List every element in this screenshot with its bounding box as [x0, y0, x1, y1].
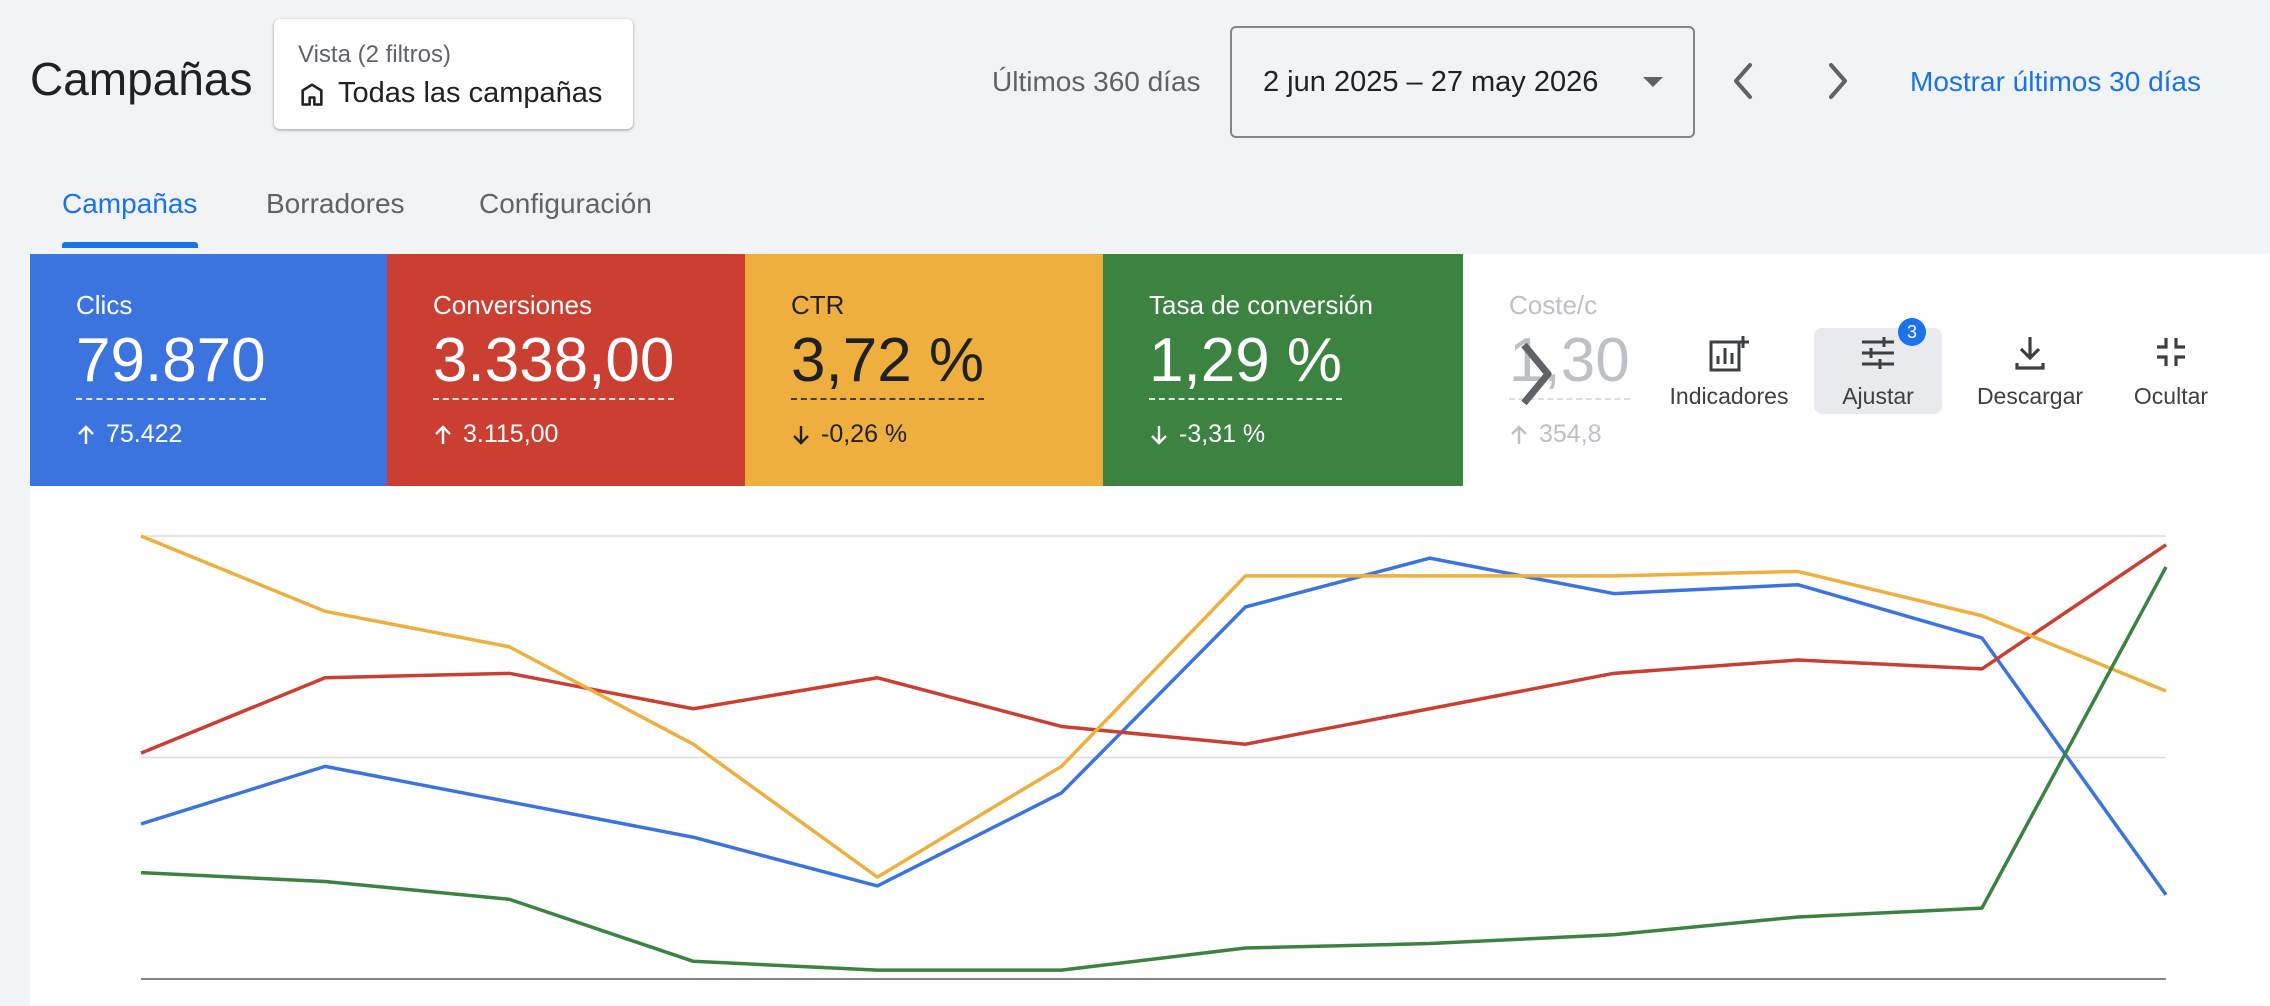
- download-button[interactable]: Descargar: [1965, 328, 2095, 414]
- active-tab-indicator: [62, 242, 198, 248]
- more-metrics-button[interactable]: [1506, 334, 1566, 414]
- download-icon: [2015, 337, 2045, 370]
- view-filter-subtitle: Vista (2 filtros): [298, 41, 451, 68]
- metric-change: 354,8: [1509, 420, 1602, 449]
- arrow-down-icon: [1151, 425, 1167, 445]
- arrow-up-icon: [78, 424, 94, 444]
- page-title: Campañas: [30, 53, 253, 105]
- metric-card-clicks[interactable]: Clics 79.870 75.422: [30, 254, 387, 486]
- line-chart: [140, 534, 2168, 980]
- adjust-label: Ajustar: [1842, 383, 1914, 409]
- metric-change: -0,26 %: [791, 420, 907, 449]
- metric-card-ctr[interactable]: CTR 3,72 % -0,26 %: [745, 254, 1103, 486]
- metric-label: Coste/c: [1509, 290, 1598, 320]
- series-line-1[interactable]: [140, 543, 2167, 755]
- series-line-0[interactable]: [140, 556, 2168, 896]
- view-filter-selection: Todas las campañas: [338, 77, 603, 109]
- caret-down-icon: [1643, 77, 1663, 87]
- metric-card-conversion-rate[interactable]: Tasa de conversión 1,29 % -3,31 %: [1103, 254, 1463, 486]
- hide-button[interactable]: Ocultar: [2116, 328, 2226, 414]
- arrow-down-icon: [793, 425, 809, 445]
- metric-label: CTR: [791, 290, 845, 320]
- date-range-picker[interactable]: 2 jun 2025 – 27 may 2026: [1230, 26, 1695, 138]
- metric-label: Conversiones: [433, 290, 592, 320]
- metric-change-value: 75.422: [106, 420, 183, 448]
- adjust-button[interactable]: 3 Ajustar: [1814, 318, 1942, 414]
- metric-value: 79.870: [76, 330, 266, 400]
- date-range-value: 2 jun 2025 – 27 may 2026: [1263, 65, 1599, 98]
- metric-value: 1,29 %: [1149, 330, 1343, 400]
- indicators-button[interactable]: Indicadores: [1654, 328, 1804, 414]
- previous-period-button[interactable]: [1721, 56, 1765, 106]
- adjust-count-badge: 3: [1898, 318, 1926, 346]
- building-icon: [301, 82, 323, 106]
- chevron-right-icon: [1829, 63, 1847, 99]
- series-line-3[interactable]: [140, 566, 2168, 972]
- show-last-30-days-link[interactable]: Mostrar últimos 30 días: [1910, 66, 2201, 98]
- metric-change-value: 354,8: [1539, 420, 1602, 448]
- metric-label: Clics: [76, 290, 133, 320]
- download-label: Descargar: [1976, 383, 2084, 409]
- collapse-icon: [2157, 338, 2185, 366]
- hide-label: Ocultar: [2133, 383, 2209, 409]
- chevron-right-icon: [1521, 342, 1552, 406]
- next-period-button[interactable]: [1816, 56, 1860, 106]
- view-filter-row: Todas las campañas: [298, 77, 602, 110]
- metric-change: 3.115,00: [433, 420, 558, 449]
- metric-label: Tasa de conversión: [1149, 290, 1374, 320]
- arrow-up-icon: [435, 424, 451, 444]
- metric-value: 3,72 %: [791, 330, 985, 400]
- tab-campaigns[interactable]: Campañas: [62, 188, 197, 220]
- metric-change-value: -0,26 %: [821, 420, 908, 448]
- add-chart-icon: [1709, 336, 1749, 372]
- date-range-label: Últimos 360 días: [992, 66, 1201, 97]
- metrics-row: Clics 79.870 75.422 Conversiones 3.338,0…: [30, 254, 2270, 486]
- arrow-up-icon: [1511, 424, 1527, 444]
- indicators-label: Indicadores: [1669, 383, 1789, 409]
- metric-change-value: 3.115,00: [463, 420, 559, 448]
- tab-settings[interactable]: Configuración: [479, 188, 652, 220]
- metric-change: 75.422: [76, 420, 182, 449]
- view-filter-card[interactable]: Vista (2 filtros) Todas las campañas: [274, 19, 633, 129]
- chevron-left-icon: [1734, 63, 1752, 99]
- metric-change-value: -3,31 %: [1179, 420, 1266, 448]
- metric-value: 3.338,00: [433, 330, 675, 400]
- metric-card-conversions[interactable]: Conversiones 3.338,00 3.115,00: [387, 254, 745, 486]
- tune-icon: [1862, 337, 1894, 369]
- performance-chart: [30, 486, 2270, 1006]
- series-line-2[interactable]: [140, 534, 2167, 879]
- metric-change: -3,31 %: [1149, 420, 1265, 449]
- tab-drafts[interactable]: Borradores: [266, 188, 405, 220]
